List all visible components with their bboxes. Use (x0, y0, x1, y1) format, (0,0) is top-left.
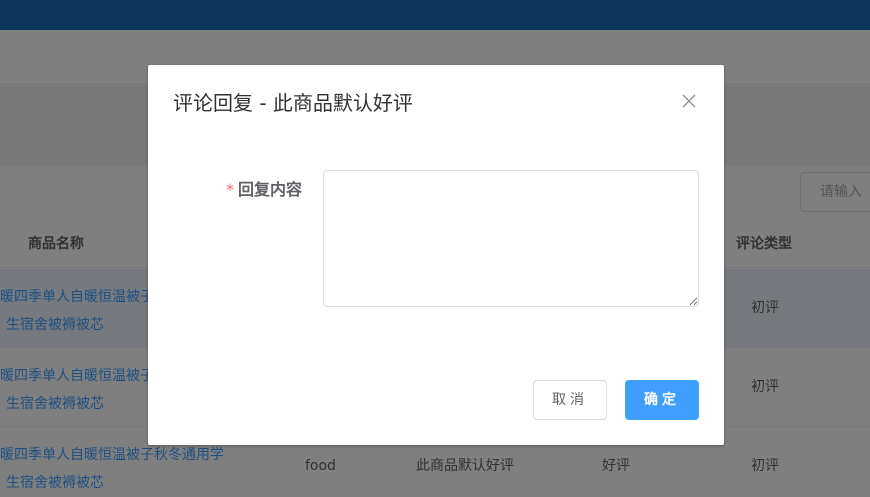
cancel-button[interactable]: 取消 (533, 380, 607, 420)
reply-content-label: * 回复内容 (226, 177, 302, 203)
close-icon (682, 94, 696, 108)
reply-dialog: 评论回复 - 此商品默认好评 * 回复内容 取消 确定 (148, 65, 724, 445)
required-mark: * (226, 180, 234, 199)
reply-content-label-text: 回复内容 (238, 180, 303, 199)
dialog-title: 评论回复 - 此商品默认好评 (173, 91, 413, 115)
confirm-button[interactable]: 确定 (625, 380, 699, 420)
reply-content-textarea[interactable] (323, 170, 699, 307)
close-button[interactable] (680, 92, 698, 110)
